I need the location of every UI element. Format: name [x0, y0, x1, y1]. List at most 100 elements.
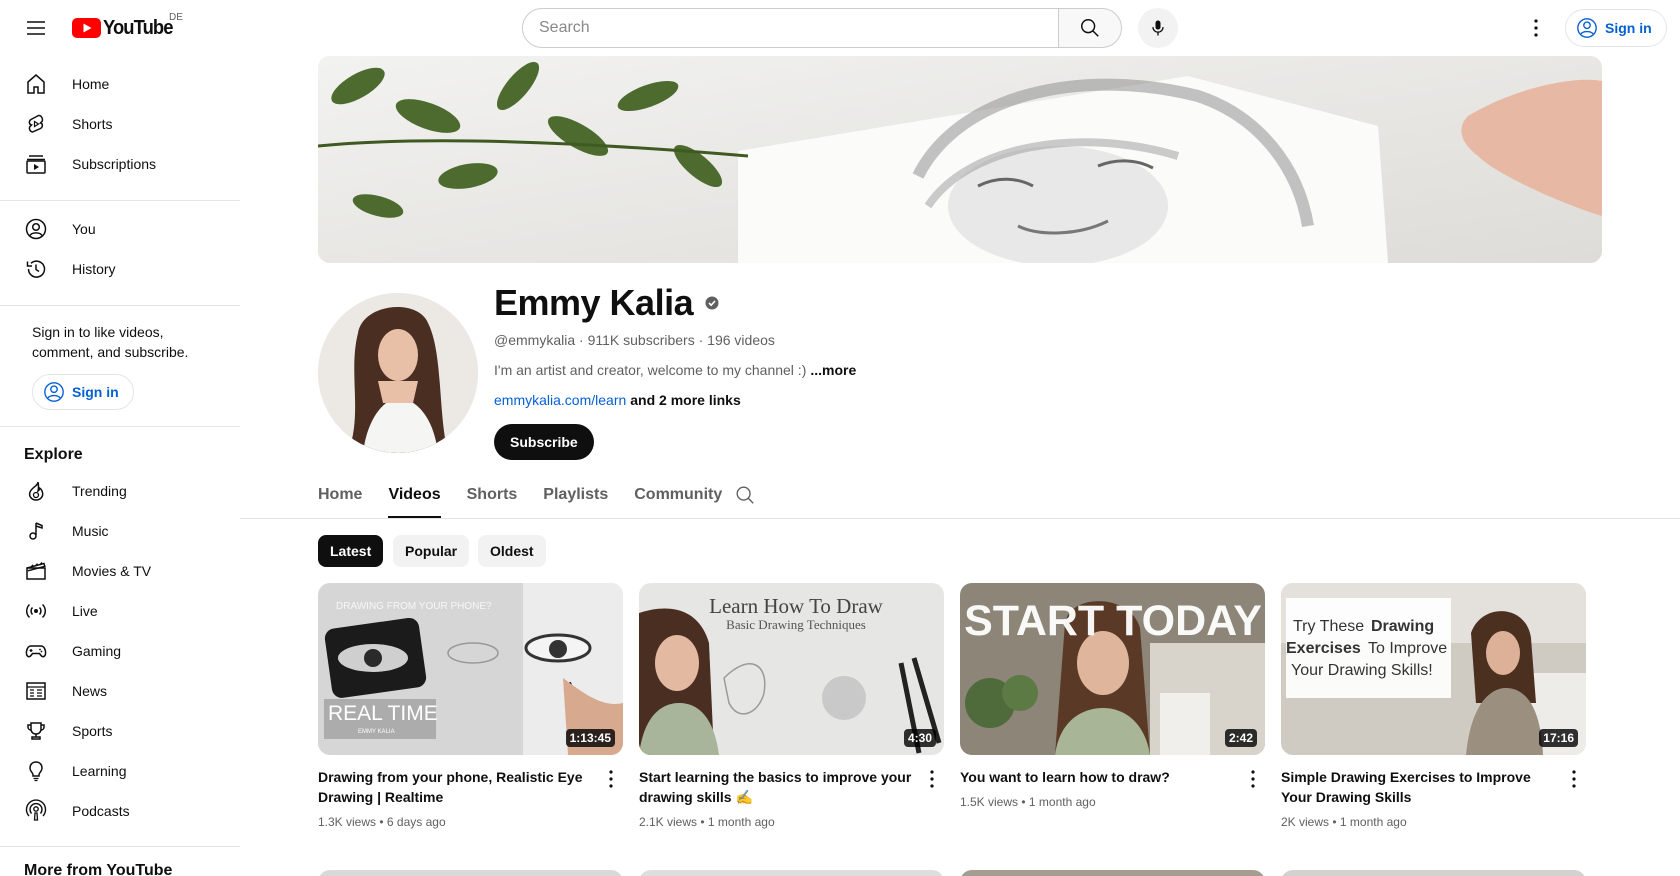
- video-duration: 17:16: [1539, 729, 1578, 747]
- video-title[interactable]: Simple Drawing Exercises to Improve Your…: [1281, 767, 1556, 807]
- account-icon: [44, 382, 64, 402]
- sidebar-item-label: Gaming: [72, 643, 122, 659]
- video-thumbnail[interactable]: REAL TIME EMMY KALIA DRAWING FROM YOUR P…: [318, 583, 623, 755]
- video-menu-button[interactable]: [1241, 767, 1265, 791]
- tab-community[interactable]: Community: [634, 480, 722, 518]
- channel-name-text: Emmy Kalia: [494, 282, 694, 323]
- verified-badge-icon: [705, 296, 719, 310]
- subscribe-button[interactable]: Subscribe: [494, 424, 594, 460]
- meta-separator: ·: [579, 332, 588, 348]
- video-count: 196 videos: [707, 332, 775, 348]
- sidebar-item-live[interactable]: Live: [12, 591, 228, 631]
- sidebar-item-home[interactable]: Home: [12, 64, 228, 104]
- home-icon: [24, 72, 48, 96]
- channel-meta: @emmykalia · 911K subscribers · 196 vide…: [494, 332, 775, 348]
- tabs-divider: [240, 518, 1680, 519]
- channel-search-button[interactable]: [734, 484, 756, 506]
- sidebar-item-gaming[interactable]: Gaming: [12, 631, 228, 671]
- sidebar-item-sports[interactable]: Sports: [12, 711, 228, 751]
- sidebar-item-label: Sports: [72, 723, 113, 739]
- tab-shorts[interactable]: Shorts: [467, 480, 518, 518]
- description-more-link[interactable]: ...more: [810, 362, 856, 378]
- microphone-icon: [1152, 20, 1164, 36]
- thumb-text-4: To Improve: [1368, 640, 1447, 657]
- upload-age: 1 month ago: [707, 815, 775, 829]
- sign-in-button[interactable]: Sign in: [1565, 9, 1667, 47]
- thumb-overlay-text: REAL TIME: [328, 702, 438, 725]
- top-bar: YouTube DE Search Sign in: [0, 0, 1680, 56]
- video-thumbnail-partial[interactable]: [318, 870, 623, 876]
- thumb-overlay-text: START TODAY: [964, 597, 1262, 645]
- search-input[interactable]: Search: [522, 8, 1059, 48]
- channel-links: emmykalia.com/learn and 2 more links: [494, 392, 741, 408]
- sidebar-item-label: Home: [72, 76, 110, 92]
- sidebar-item-label: You: [72, 221, 96, 237]
- search-button[interactable]: [1058, 8, 1122, 48]
- channel-banner: [318, 56, 1602, 263]
- upload-age: 1 month ago: [1339, 815, 1407, 829]
- video-card[interactable]: START TODAY 2:42 You want to learn how t…: [960, 583, 1265, 809]
- video-title[interactable]: You want to learn how to draw?: [960, 767, 1235, 787]
- subscriber-count: 911K subscribers: [587, 332, 695, 348]
- more-vert-icon: [1572, 770, 1576, 788]
- chip-oldest[interactable]: Oldest: [478, 535, 546, 567]
- lightbulb-icon: [24, 759, 48, 783]
- video-menu-button[interactable]: [920, 767, 944, 791]
- gaming-icon: [24, 639, 48, 663]
- sidebar-item-trending[interactable]: Trending: [12, 471, 228, 511]
- video-thumbnail-partial[interactable]: [639, 870, 944, 876]
- sidebar-item-label: Trending: [72, 483, 127, 499]
- video-thumbnail-partial[interactable]: [1281, 870, 1586, 876]
- video-card[interactable]: Learn How To Draw Basic Drawing Techniqu…: [639, 583, 944, 829]
- channel-description[interactable]: I'm an artist and creator, welcome to my…: [494, 362, 856, 378]
- sidebar-item-you[interactable]: You: [12, 209, 228, 249]
- news-icon: [24, 679, 48, 703]
- chip-latest[interactable]: Latest: [318, 535, 384, 567]
- video-title[interactable]: Start learning the basics to improve you…: [639, 767, 914, 807]
- trophy-icon: [24, 719, 48, 743]
- tab-playlists[interactable]: Playlists: [543, 480, 608, 518]
- podcasts-icon: [24, 799, 48, 823]
- video-title[interactable]: Drawing from your phone, Realistic Eye D…: [318, 767, 593, 807]
- sidebar-item-label: Shorts: [72, 116, 113, 132]
- video-card[interactable]: Try These Drawing Exercises To Improve Y…: [1281, 583, 1586, 829]
- sidebar: Home Shorts Subscriptions You History Si…: [0, 56, 240, 876]
- video-meta: 1.3K views • 6 days ago: [318, 815, 446, 829]
- sidebar-item-subscriptions[interactable]: Subscriptions: [12, 144, 228, 184]
- video-thumbnail[interactable]: Try These Drawing Exercises To Improve Y…: [1281, 583, 1586, 755]
- video-thumbnail-partial[interactable]: [960, 870, 1265, 876]
- channel-website-link[interactable]: emmykalia.com/learn: [494, 392, 626, 408]
- menu-icon[interactable]: [16, 8, 56, 48]
- sidebar-item-news[interactable]: News: [12, 671, 228, 711]
- settings-menu-button[interactable]: [1516, 8, 1556, 48]
- sidebar-item-label: Live: [72, 603, 98, 619]
- video-duration: 4:30: [903, 729, 936, 747]
- sidebar-item-history[interactable]: History: [12, 249, 228, 289]
- sidebar-item-music[interactable]: Music: [12, 511, 228, 551]
- you-icon: [24, 217, 48, 241]
- trending-icon: [24, 479, 48, 503]
- sidebar-sign-in-button[interactable]: Sign in: [32, 374, 134, 410]
- tab-videos[interactable]: Videos: [388, 480, 441, 518]
- channel-avatar[interactable]: [318, 293, 478, 453]
- chip-popular[interactable]: Popular: [393, 535, 470, 567]
- history-icon: [24, 257, 48, 281]
- video-menu-button[interactable]: [599, 767, 623, 791]
- youtube-logo[interactable]: YouTube: [72, 17, 179, 39]
- sidebar-item-podcasts[interactable]: Podcasts: [12, 791, 228, 831]
- upload-age: 6 days ago: [386, 815, 446, 829]
- description-text: I'm an artist and creator, welcome to my…: [494, 362, 807, 378]
- video-menu-button[interactable]: [1562, 767, 1586, 791]
- video-thumbnail[interactable]: START TODAY 2:42: [960, 583, 1265, 755]
- video-thumbnail[interactable]: Learn How To Draw Basic Drawing Techniqu…: [639, 583, 944, 755]
- voice-search-button[interactable]: [1138, 8, 1178, 48]
- sidebar-item-movies[interactable]: Movies & TV: [12, 551, 228, 591]
- sidebar-item-learning[interactable]: Learning: [12, 751, 228, 791]
- thumb-text-5: Your Drawing Skills!: [1291, 662, 1433, 679]
- more-vert-icon: [1251, 770, 1255, 788]
- video-card[interactable]: REAL TIME EMMY KALIA DRAWING FROM YOUR P…: [318, 583, 623, 829]
- more-vert-icon: [930, 770, 934, 788]
- more-links-button[interactable]: and 2 more links: [630, 392, 740, 408]
- tab-home[interactable]: Home: [318, 480, 362, 518]
- sidebar-item-shorts[interactable]: Shorts: [12, 104, 228, 144]
